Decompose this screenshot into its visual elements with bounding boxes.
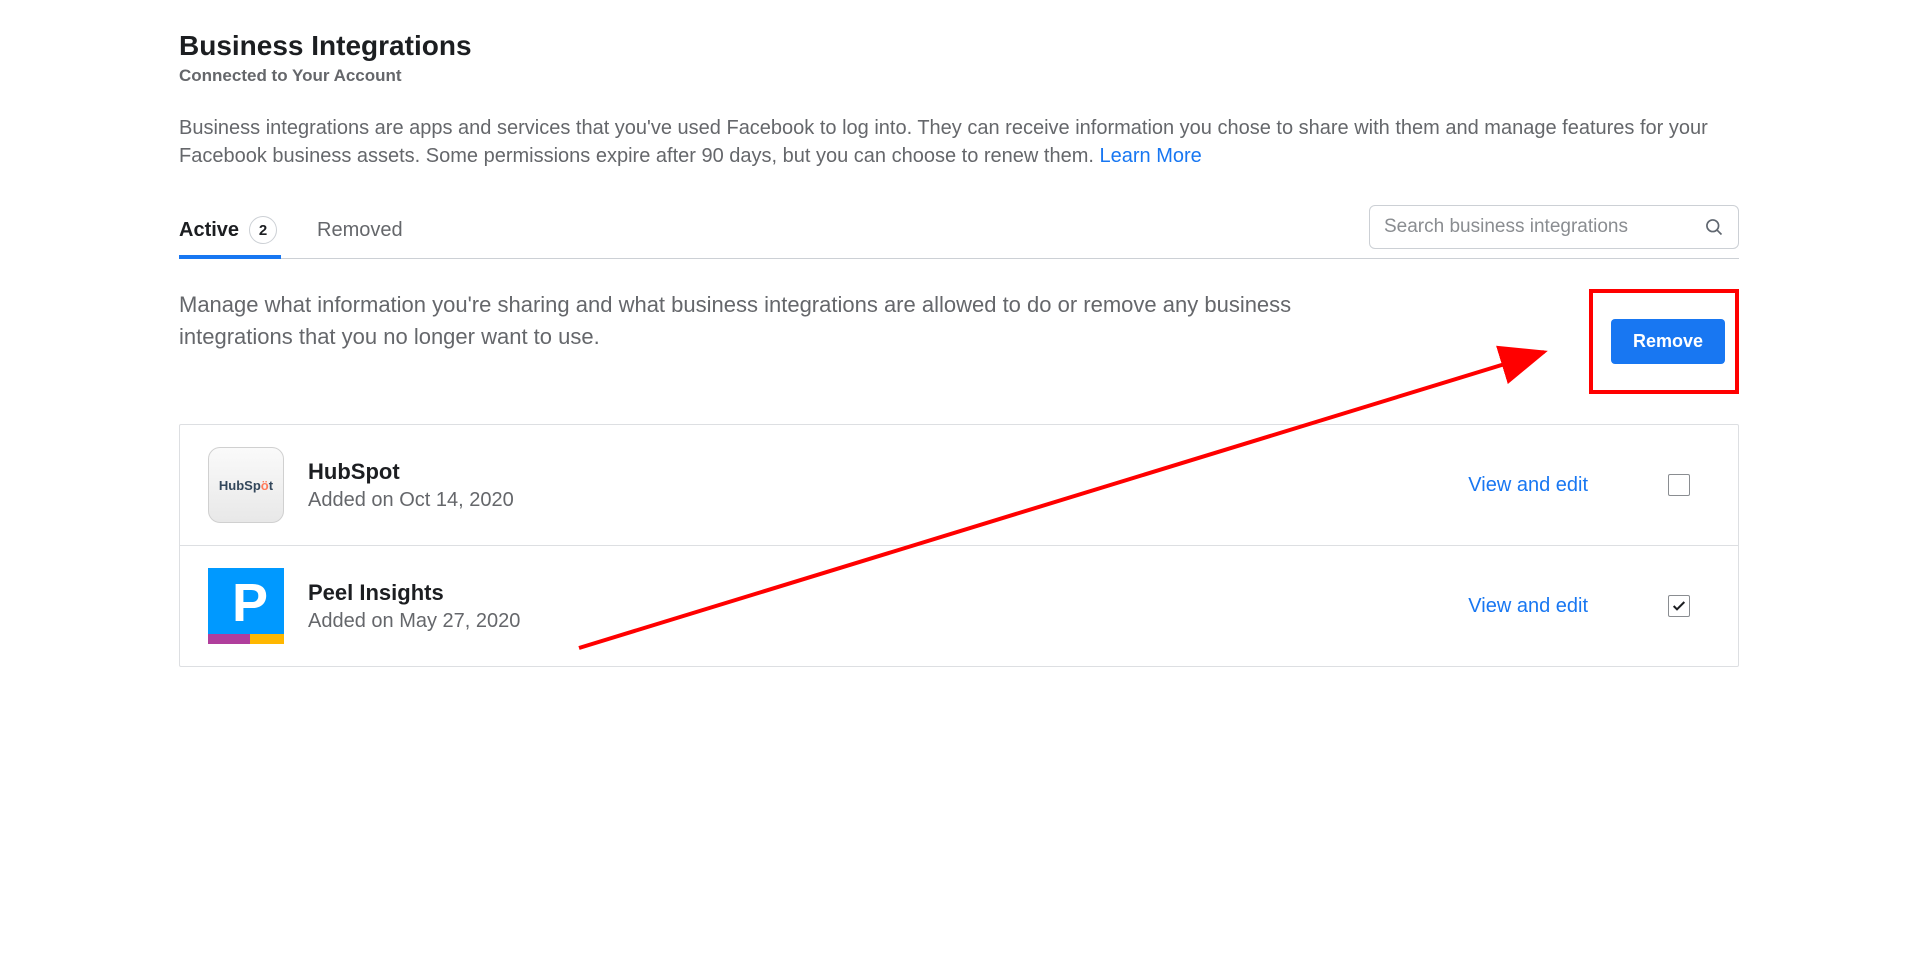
- app-added-date: Added on Oct 14, 2020: [308, 489, 1444, 512]
- integration-row-peel: P Peel Insights Added on May 27, 2020 Vi…: [180, 546, 1738, 666]
- tab-active-count-badge: 2: [249, 216, 277, 244]
- tabs-row: Active 2 Removed: [179, 204, 1739, 259]
- manage-row: Manage what information you're sharing a…: [179, 289, 1739, 394]
- remove-button[interactable]: Remove: [1611, 319, 1725, 364]
- search-icon: [1704, 217, 1724, 237]
- page-title: Business Integrations: [179, 30, 1739, 62]
- search-input[interactable]: [1384, 216, 1694, 238]
- manage-description: Manage what information you're sharing a…: [179, 289, 1359, 353]
- app-name: Peel Insights: [308, 580, 1444, 606]
- tabs: Active 2 Removed: [179, 204, 403, 258]
- learn-more-link[interactable]: Learn More: [1099, 145, 1201, 167]
- tab-active[interactable]: Active 2: [179, 204, 277, 258]
- select-checkbox[interactable]: [1668, 595, 1690, 617]
- tab-active-label: Active: [179, 219, 239, 242]
- page-subtitle: Connected to Your Account: [179, 66, 1739, 86]
- check-icon: [1671, 598, 1687, 614]
- hubspot-logo-text: HubSpöt: [219, 478, 273, 493]
- app-info: Peel Insights Added on May 27, 2020: [308, 580, 1444, 633]
- tab-removed[interactable]: Removed: [317, 204, 403, 258]
- peel-logo-stripe: [208, 634, 284, 644]
- integration-row-hubspot: HubSpöt HubSpot Added on Oct 14, 2020 Vi…: [180, 425, 1738, 546]
- search-box[interactable]: [1369, 205, 1739, 249]
- select-checkbox[interactable]: [1668, 474, 1690, 496]
- tab-removed-label: Removed: [317, 219, 403, 242]
- app-name: HubSpot: [308, 459, 1444, 485]
- description-body: Business integrations are apps and servi…: [179, 117, 1708, 167]
- hubspot-app-icon: HubSpöt: [208, 447, 284, 523]
- app-info: HubSpot Added on Oct 14, 2020: [308, 459, 1444, 512]
- peel-logo-letter: P: [232, 572, 268, 634]
- peel-app-icon: P: [208, 568, 284, 644]
- view-and-edit-link[interactable]: View and edit: [1468, 595, 1588, 618]
- view-and-edit-link[interactable]: View and edit: [1468, 474, 1588, 497]
- app-added-date: Added on May 27, 2020: [308, 610, 1444, 633]
- description-text: Business integrations are apps and servi…: [179, 114, 1739, 170]
- integration-list: HubSpöt HubSpot Added on Oct 14, 2020 Vi…: [179, 424, 1739, 667]
- annotation-highlight-box: Remove: [1589, 289, 1739, 394]
